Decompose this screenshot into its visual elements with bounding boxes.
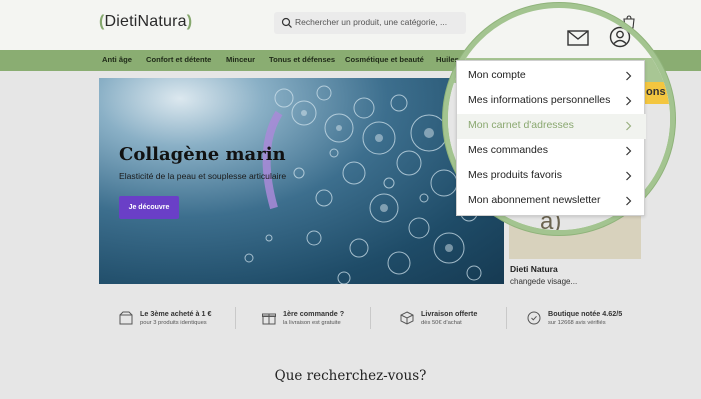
feature-divider	[370, 307, 371, 329]
logo-text: DietiNatura	[104, 13, 187, 30]
feature-title: Livraison offerte	[421, 309, 478, 318]
menu-item-label: Mes commandes	[468, 144, 548, 156]
menu-item-carnet-adresses[interactable]: Mon carnet d'adresses	[457, 114, 646, 139]
gift-icon	[262, 313, 276, 325]
nav-item-tonus-defenses[interactable]: Tonus et défenses	[269, 55, 335, 64]
hero-title: Collagène marin	[119, 144, 286, 165]
chevron-right-icon	[626, 71, 632, 81]
feature-title: Boutique notée 4.62/5	[548, 309, 623, 318]
search-question-heading: Que recherchez-vous?	[274, 368, 427, 384]
feature-sub: pour 3 produits identiques	[140, 320, 207, 326]
feature-divider	[235, 307, 236, 329]
nav-item-anti-age[interactable]: Anti âge	[102, 55, 132, 64]
nav-item-confort-detente[interactable]: Confort et détente	[146, 55, 211, 64]
menu-item-label: Mon compte	[468, 69, 526, 81]
box-icon	[119, 311, 133, 325]
chevron-right-icon	[626, 96, 632, 106]
feature-sub: sur 12668 avis vérifiés	[548, 320, 606, 326]
search-placeholder: Rechercher un produit, une catégorie, ..…	[295, 17, 448, 27]
menu-item-label: Mes produits favoris	[468, 169, 562, 181]
feature-item: Livraison offerte dès 50€ d'achat	[399, 308, 509, 332]
package-icon	[400, 311, 414, 325]
search-input[interactable]: Rechercher un produit, une catégorie, ..…	[274, 12, 466, 34]
feature-title: Le 3ème acheté à 1 €	[140, 309, 212, 318]
menu-item-commandes[interactable]: Mes commandes	[457, 139, 646, 164]
menu-item-label: Mon carnet d'adresses	[468, 119, 574, 131]
feature-item: 1ère commande ? la livraison est gratuit…	[261, 308, 371, 332]
logo-paren-right: )	[186, 13, 193, 30]
account-dropdown-menu: Mon compte Mes informations personnelles…	[456, 60, 646, 216]
search-icon	[281, 17, 292, 28]
menu-item-favoris[interactable]: Mes produits favoris	[457, 164, 646, 189]
hero-discover-button[interactable]: Je découvre	[119, 196, 179, 219]
feature-sub: dès 50€ d'achat	[421, 320, 462, 326]
menu-item-informations[interactable]: Mes informations personnelles	[457, 89, 646, 114]
menu-item-newsletter[interactable]: Mon abonnement newsletter	[457, 189, 646, 214]
chevron-right-icon	[626, 121, 632, 131]
chevron-right-icon	[626, 171, 632, 181]
side-product-name[interactable]: Dieti Natura	[510, 264, 558, 274]
nav-item-cosmetique-beaute[interactable]: Cosmétique et beauté	[345, 55, 424, 64]
account-icon[interactable]	[609, 26, 631, 48]
menu-item-label: Mon abonnement newsletter	[468, 194, 601, 206]
feature-item: Le 3ème acheté à 1 € pour 3 produits ide…	[118, 308, 238, 332]
badge-icon	[527, 311, 541, 325]
zoom-banner-text: ons	[646, 86, 666, 98]
hero-subtitle: Elasticité de la peau et souplesse artic…	[119, 171, 287, 181]
feature-sub: la livraison est gratuite	[283, 320, 341, 326]
menu-item-label: Mes informations personnelles	[468, 94, 611, 106]
side-product-desc: changede visage...	[510, 277, 578, 286]
nav-item-minceur[interactable]: Minceur	[226, 55, 255, 64]
feature-divider	[506, 307, 507, 329]
chevron-right-icon	[626, 146, 632, 156]
feature-item: Boutique notée 4.62/5 sur 12668 avis vér…	[526, 308, 636, 332]
site-logo[interactable]: (DietiNatura)	[99, 13, 192, 31]
feature-title: 1ère commande ?	[283, 309, 345, 318]
chevron-right-icon	[626, 196, 632, 206]
menu-item-mon-compte[interactable]: Mon compte	[457, 64, 646, 89]
mail-icon[interactable]	[567, 29, 589, 47]
